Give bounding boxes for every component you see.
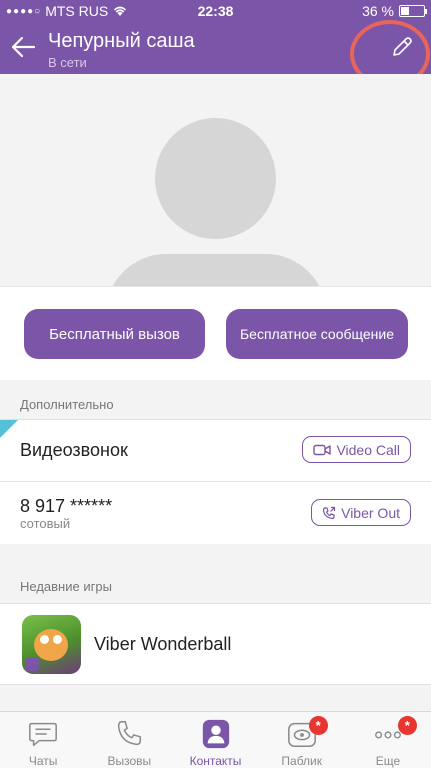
game-icon bbox=[22, 615, 81, 674]
battery-percent: 36 % bbox=[362, 3, 394, 19]
back-arrow-icon[interactable] bbox=[8, 32, 38, 62]
chat-icon bbox=[29, 722, 58, 747]
phone-type: сотовый bbox=[20, 516, 71, 531]
tab-public[interactable]: Паблик * bbox=[259, 712, 345, 768]
status-bar: ●●●●○ MTS RUS 22:38 36 % bbox=[0, 0, 431, 22]
tab-label: Еще bbox=[375, 754, 401, 768]
phone-out-icon bbox=[323, 506, 336, 519]
notification-badge: * bbox=[308, 716, 328, 735]
tab-label: Чаты bbox=[28, 754, 58, 768]
free-call-button[interactable]: Бесплатный вызов bbox=[24, 309, 205, 359]
contacts-icon bbox=[202, 719, 229, 749]
phone-row[interactable]: 8 917 ****** сотовый Viber Out bbox=[0, 481, 431, 544]
tab-label: Вызовы bbox=[107, 754, 152, 768]
video-call-label: Видеозвонок bbox=[20, 440, 128, 460]
notification-badge: * bbox=[397, 716, 417, 735]
video-call-row[interactable]: Видеозвонок Video Call bbox=[0, 419, 431, 481]
avatar-placeholder bbox=[0, 74, 431, 286]
section-header-games: Недавние игры bbox=[0, 545, 431, 603]
battery-group: 36 % bbox=[362, 3, 427, 19]
tab-label: Паблик bbox=[281, 754, 322, 768]
game-name: Viber Wonderball bbox=[94, 634, 232, 654]
tab-calls[interactable]: Вызовы bbox=[86, 712, 172, 768]
phone-number: 8 917 ****** bbox=[20, 496, 113, 516]
contact-name: Чепурный саша bbox=[48, 30, 195, 52]
pencil-icon[interactable] bbox=[389, 34, 415, 60]
avatar-head bbox=[155, 118, 276, 239]
video-camera-icon bbox=[313, 444, 332, 455]
tab-label: Контакты bbox=[189, 754, 242, 768]
tab-contacts[interactable]: Контакты bbox=[172, 712, 258, 768]
tab-chats[interactable]: Чаты bbox=[0, 712, 86, 768]
avatar-body bbox=[106, 254, 326, 286]
free-message-button[interactable]: Бесплатное сообщение bbox=[226, 309, 408, 359]
game-eye bbox=[53, 635, 62, 644]
video-call-button[interactable]: Video Call bbox=[302, 436, 411, 463]
corner-marker bbox=[0, 420, 18, 438]
game-character bbox=[34, 629, 68, 661]
phone-icon bbox=[118, 721, 142, 746]
action-area: Бесплатный вызов Бесплатное сообщение bbox=[0, 286, 431, 380]
viber-out-button[interactable]: Viber Out bbox=[311, 499, 411, 526]
online-status: В сети bbox=[48, 55, 87, 70]
game-eye bbox=[40, 635, 49, 644]
game-row[interactable]: Viber Wonderball bbox=[0, 603, 431, 685]
viber-out-button-label: Viber Out bbox=[341, 504, 400, 521]
number-mask bbox=[146, 494, 210, 518]
battery-fill bbox=[401, 7, 409, 15]
battery-icon bbox=[399, 5, 427, 17]
video-call-button-label: Video Call bbox=[336, 441, 400, 458]
section-header-additional: Дополнительно bbox=[0, 381, 431, 419]
viber-badge-icon bbox=[25, 657, 39, 671]
nav-bar: Чепурный саша В сети bbox=[0, 22, 431, 74]
tab-more[interactable]: Еще * bbox=[345, 712, 431, 768]
tab-bar: Чаты Вызовы Контакты Паблик * Еще * bbox=[0, 711, 431, 768]
